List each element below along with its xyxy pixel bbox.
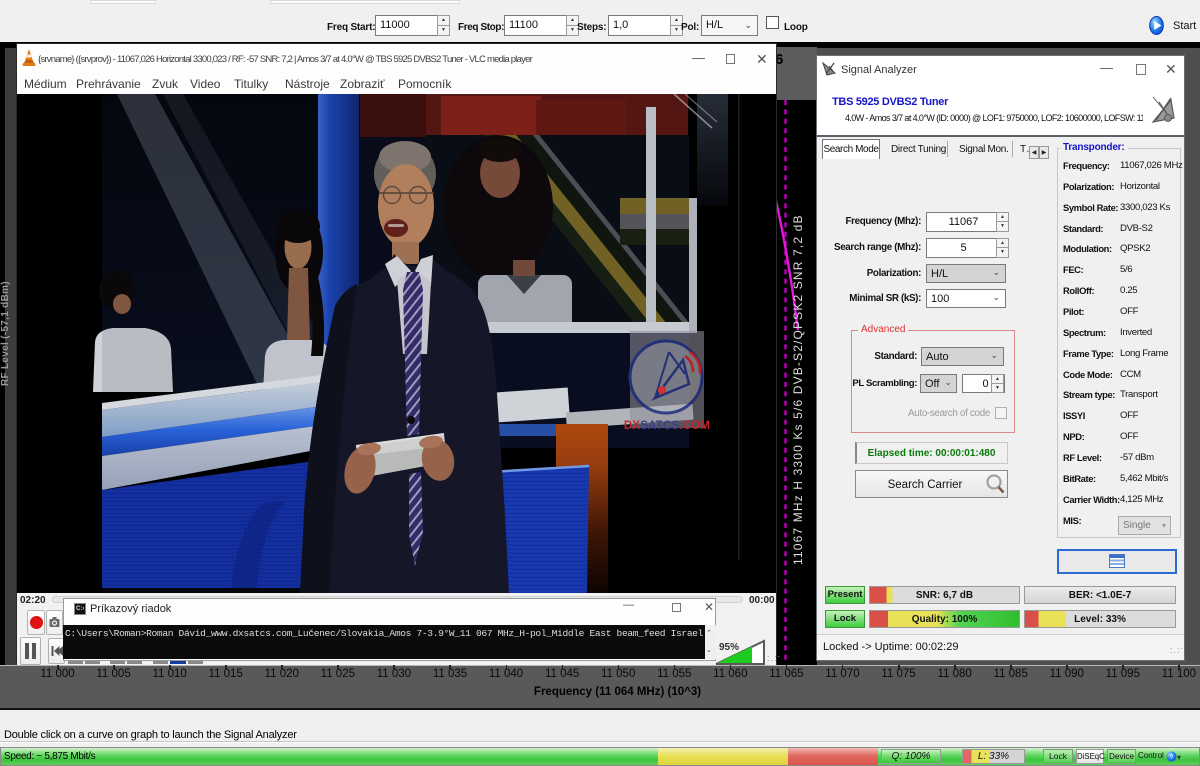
svg-text:?: ? bbox=[1170, 754, 1174, 761]
svg-text:DXSATCS.COM: DXSATCS.COM bbox=[624, 420, 710, 432]
